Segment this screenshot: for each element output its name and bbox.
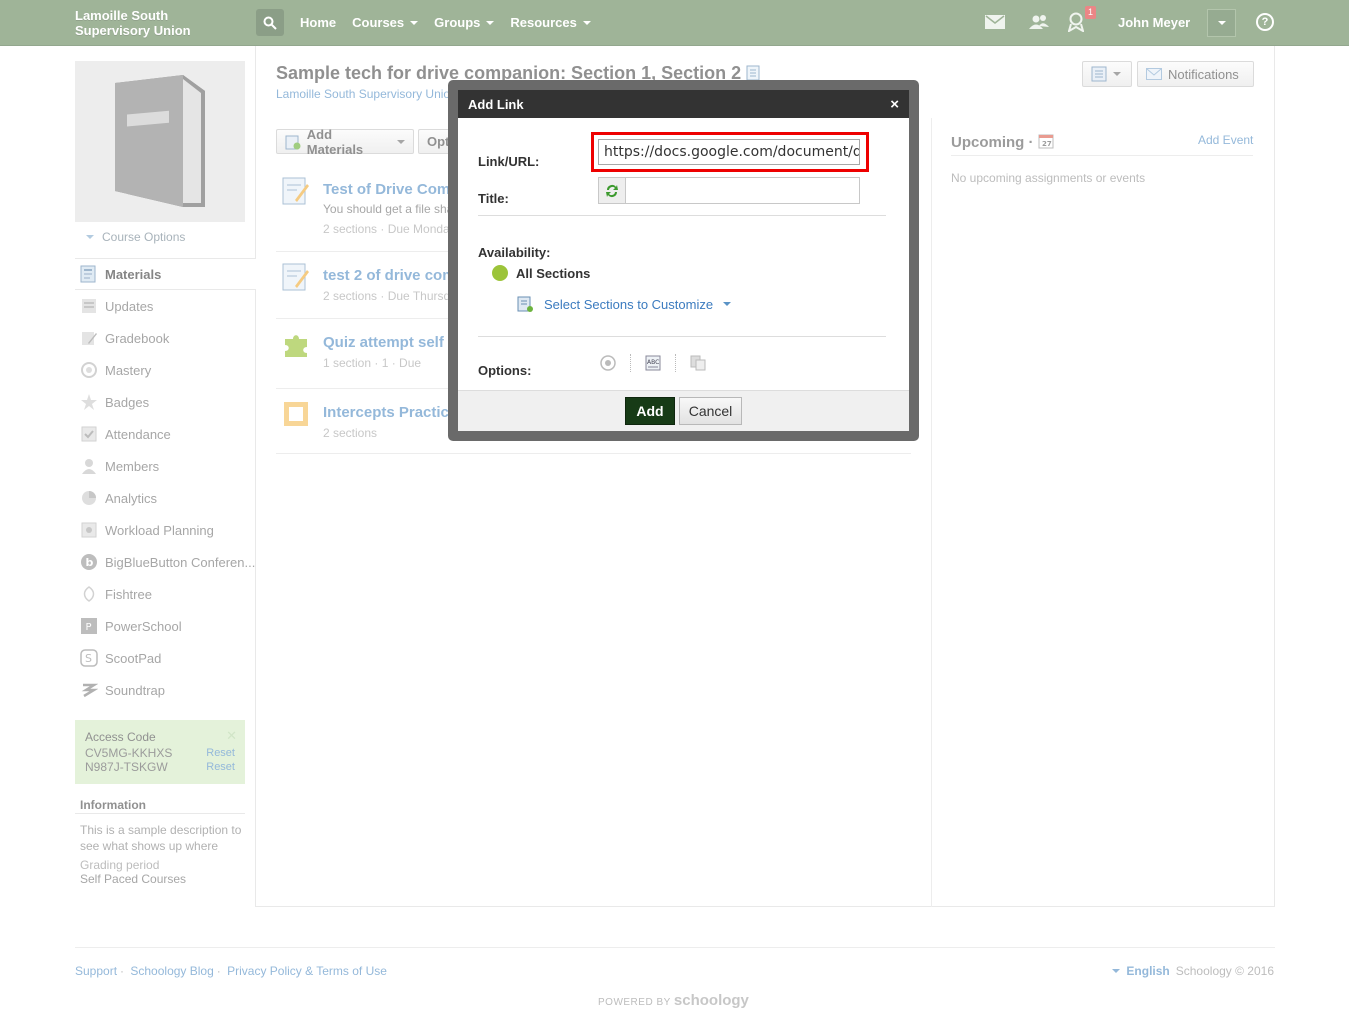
all-sections-option[interactable]: All Sections	[492, 265, 590, 281]
availability-label: Availability:	[478, 245, 551, 260]
target-icon[interactable]	[600, 355, 616, 371]
options-separator	[675, 354, 676, 372]
cancel-button[interactable]: Cancel	[679, 397, 742, 425]
options-separator	[630, 354, 631, 372]
all-sections-label: All Sections	[516, 265, 591, 281]
title-input[interactable]	[626, 177, 860, 204]
add-link-dialog-frame: Add Link × Link/URL: https://docs.google…	[448, 80, 919, 441]
select-sections-dropdown[interactable]: Select Sections to Customize	[516, 295, 732, 313]
link-url-label: Link/URL:	[478, 154, 540, 169]
fetch-title-button[interactable]	[598, 177, 626, 204]
selected-dot-icon	[492, 265, 508, 281]
title-field-row	[598, 177, 860, 205]
sections-icon	[517, 296, 533, 312]
title-label: Title:	[478, 191, 509, 206]
dialog-header: Add Link ×	[458, 90, 909, 118]
chevron-down-icon	[723, 302, 732, 306]
spellcheck-icon[interactable]: ABC	[645, 355, 661, 371]
svg-text:ABC: ABC	[647, 359, 659, 366]
dialog-title: Add Link	[468, 96, 524, 112]
dialog-footer: Add Cancel	[458, 390, 909, 431]
dialog-divider	[478, 215, 886, 216]
options-icons: ABC	[600, 354, 706, 372]
add-link-dialog: Add Link × Link/URL: https://docs.google…	[458, 90, 909, 431]
refresh-icon	[606, 184, 618, 197]
copy-icon[interactable]	[690, 355, 706, 371]
link-url-input[interactable]: https://docs.google.com/document/d/	[598, 139, 860, 165]
close-icon[interactable]: ×	[890, 96, 899, 113]
url-highlight-box: https://docs.google.com/document/d/	[591, 132, 869, 172]
add-button[interactable]: Add	[625, 397, 675, 425]
select-sections-label: Select Sections to Customize	[544, 296, 714, 312]
options-label: Options:	[478, 363, 532, 378]
dialog-divider	[478, 336, 886, 337]
